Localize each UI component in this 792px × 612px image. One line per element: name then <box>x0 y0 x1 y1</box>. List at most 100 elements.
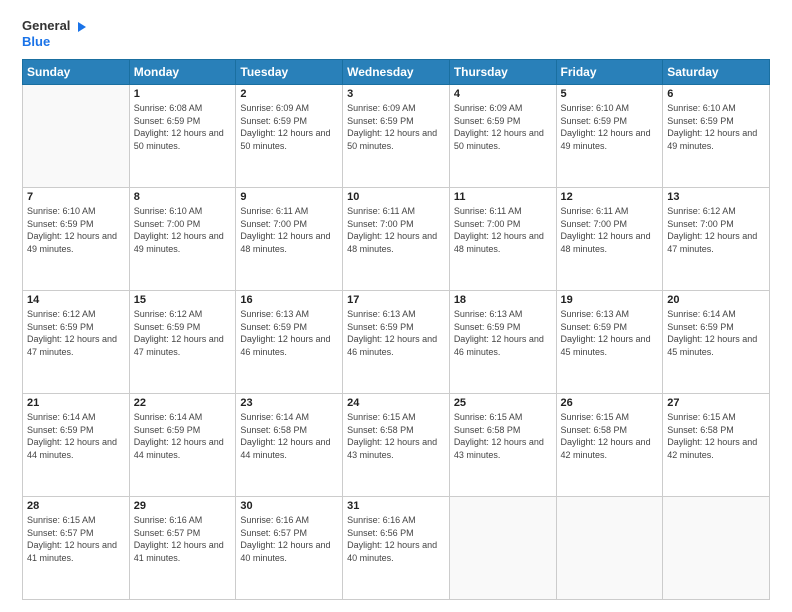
day-number: 6 <box>667 88 765 100</box>
weekday-header: Tuesday <box>236 60 343 85</box>
day-info: Sunrise: 6:16 AMSunset: 6:56 PMDaylight:… <box>347 514 445 564</box>
calendar-cell: 26 Sunrise: 6:15 AMSunset: 6:58 PMDayligh… <box>556 394 663 497</box>
day-number: 29 <box>134 500 232 512</box>
header: General Blue <box>22 18 770 49</box>
day-info: Sunrise: 6:09 AMSunset: 6:59 PMDaylight:… <box>347 102 445 152</box>
calendar-cell: 4Sunrise: 6:09 AMSunset: 6:59 PMDaylight… <box>449 85 556 188</box>
day-number: 7 <box>27 191 125 203</box>
day-info: Sunrise: 6:10 AMSunset: 6:59 PMDaylight:… <box>27 205 125 255</box>
calendar-cell: 22Sunrise: 6:14 AMSunset: 6:59 PMDayligh… <box>129 394 236 497</box>
day-number: 11 <box>454 191 552 203</box>
calendar-cell: 12 Sunrise: 6:11 AMSunset: 7:00 PMDayligh… <box>556 188 663 291</box>
day-info: Sunrise: 6:15 AMSunset: 6:58 PMDaylight:… <box>561 411 659 461</box>
calendar-week-row: 1 Sunrise: 6:08 AMSunset: 6:59 PMDaylight… <box>23 85 770 188</box>
day-info: Sunrise: 6:14 AMSunset: 6:59 PMDaylight:… <box>667 308 765 358</box>
calendar-week-row: 14Sunrise: 6:12 AMSunset: 6:59 PMDayligh… <box>23 291 770 394</box>
calendar-week-row: 28 Sunrise: 6:15 AMSunset: 6:57 PMDayligh… <box>23 497 770 600</box>
calendar-cell: 19Sunrise: 6:13 AMSunset: 6:59 PMDayligh… <box>556 291 663 394</box>
day-number: 1 <box>134 88 232 100</box>
calendar-week-row: 21 Sunrise: 6:14 AMSunset: 6:59 PMDayligh… <box>23 394 770 497</box>
day-info: Sunrise: 6:10 AMSunset: 7:00 PMDaylight:… <box>134 205 232 255</box>
calendar-cell: 31Sunrise: 6:16 AMSunset: 6:56 PMDayligh… <box>343 497 450 600</box>
day-info: Sunrise: 6:13 AMSunset: 6:59 PMDaylight:… <box>240 308 338 358</box>
day-info: Sunrise: 6:15 AMSunset: 6:58 PMDaylight:… <box>454 411 552 461</box>
calendar-cell: 17Sunrise: 6:13 AMSunset: 6:59 PMDayligh… <box>343 291 450 394</box>
calendar-cell: 5 Sunrise: 6:10 AMSunset: 6:59 PMDaylight… <box>556 85 663 188</box>
calendar-cell: 8 Sunrise: 6:10 AMSunset: 7:00 PMDaylight… <box>129 188 236 291</box>
day-number: 21 <box>27 397 125 409</box>
day-info: Sunrise: 6:14 AMSunset: 6:59 PMDaylight:… <box>134 411 232 461</box>
calendar-cell: 28 Sunrise: 6:15 AMSunset: 6:57 PMDayligh… <box>23 497 130 600</box>
day-info: Sunrise: 6:14 AMSunset: 6:58 PMDaylight:… <box>240 411 338 461</box>
calendar-cell <box>449 497 556 600</box>
day-info: Sunrise: 6:13 AMSunset: 6:59 PMDaylight:… <box>561 308 659 358</box>
day-number: 5 <box>561 88 659 100</box>
calendar-cell: 6 Sunrise: 6:10 AMSunset: 6:59 PMDaylight… <box>663 85 770 188</box>
weekday-header: Monday <box>129 60 236 85</box>
weekday-header: Friday <box>556 60 663 85</box>
calendar-cell: 21 Sunrise: 6:14 AMSunset: 6:59 PMDayligh… <box>23 394 130 497</box>
day-info: Sunrise: 6:11 AMSunset: 7:00 PMDaylight:… <box>561 205 659 255</box>
calendar-cell: 1 Sunrise: 6:08 AMSunset: 6:59 PMDaylight… <box>129 85 236 188</box>
calendar-cell: 15Sunrise: 6:12 AMSunset: 6:59 PMDayligh… <box>129 291 236 394</box>
calendar-cell: 30 Sunrise: 6:16 AMSunset: 6:57 PMDayligh… <box>236 497 343 600</box>
calendar-cell <box>663 497 770 600</box>
day-info: Sunrise: 6:11 AMSunset: 7:00 PMDaylight:… <box>454 205 552 255</box>
day-info: Sunrise: 6:09 AMSunset: 6:59 PMDaylight:… <box>240 102 338 152</box>
day-info: Sunrise: 6:15 AMSunset: 6:58 PMDaylight:… <box>347 411 445 461</box>
day-info: Sunrise: 6:14 AMSunset: 6:59 PMDaylight:… <box>27 411 125 461</box>
day-info: Sunrise: 6:10 AMSunset: 6:59 PMDaylight:… <box>561 102 659 152</box>
calendar-cell: 24 Sunrise: 6:15 AMSunset: 6:58 PMDayligh… <box>343 394 450 497</box>
calendar-cell: 23Sunrise: 6:14 AMSunset: 6:58 PMDayligh… <box>236 394 343 497</box>
calendar-header-row: SundayMondayTuesdayWednesdayThursdayFrid… <box>23 60 770 85</box>
calendar-cell: 11 Sunrise: 6:11 AMSunset: 7:00 PMDayligh… <box>449 188 556 291</box>
day-info: Sunrise: 6:15 AMSunset: 6:57 PMDaylight:… <box>27 514 125 564</box>
day-info: Sunrise: 6:12 AMSunset: 6:59 PMDaylight:… <box>27 308 125 358</box>
day-number: 26 <box>561 397 659 409</box>
calendar-cell: 9 Sunrise: 6:11 AMSunset: 7:00 PMDaylight… <box>236 188 343 291</box>
day-number: 24 <box>347 397 445 409</box>
weekday-header: Wednesday <box>343 60 450 85</box>
day-number: 30 <box>240 500 338 512</box>
calendar-cell: 14Sunrise: 6:12 AMSunset: 6:59 PMDayligh… <box>23 291 130 394</box>
logo: General Blue <box>22 18 88 49</box>
day-number: 13 <box>667 191 765 203</box>
calendar-cell: 3 Sunrise: 6:09 AMSunset: 6:59 PMDaylight… <box>343 85 450 188</box>
day-info: Sunrise: 6:10 AMSunset: 6:59 PMDaylight:… <box>667 102 765 152</box>
calendar-cell: 18 Sunrise: 6:13 AMSunset: 6:59 PMDayligh… <box>449 291 556 394</box>
calendar-cell: 2 Sunrise: 6:09 AMSunset: 6:59 PMDaylight… <box>236 85 343 188</box>
weekday-header: Saturday <box>663 60 770 85</box>
calendar-table: SundayMondayTuesdayWednesdayThursdayFrid… <box>22 59 770 600</box>
day-number: 12 <box>561 191 659 203</box>
day-info: Sunrise: 6:13 AMSunset: 6:59 PMDaylight:… <box>454 308 552 358</box>
page: General Blue SundayMondayTuesdayWednesda… <box>0 0 792 612</box>
day-info: Sunrise: 6:16 AMSunset: 6:57 PMDaylight:… <box>240 514 338 564</box>
calendar-cell <box>556 497 663 600</box>
day-number: 10 <box>347 191 445 203</box>
day-number: 3 <box>347 88 445 100</box>
calendar-cell: 16 Sunrise: 6:13 AMSunset: 6:59 PMDayligh… <box>236 291 343 394</box>
day-number: 2 <box>240 88 338 100</box>
day-info: Sunrise: 6:11 AMSunset: 7:00 PMDaylight:… <box>240 205 338 255</box>
day-number: 20 <box>667 294 765 306</box>
day-info: Sunrise: 6:12 AMSunset: 7:00 PMDaylight:… <box>667 205 765 255</box>
day-number: 16 <box>240 294 338 306</box>
day-info: Sunrise: 6:08 AMSunset: 6:59 PMDaylight:… <box>134 102 232 152</box>
day-info: Sunrise: 6:09 AMSunset: 6:59 PMDaylight:… <box>454 102 552 152</box>
calendar-cell: 13 Sunrise: 6:12 AMSunset: 7:00 PMDayligh… <box>663 188 770 291</box>
calendar-cell: 20 Sunrise: 6:14 AMSunset: 6:59 PMDayligh… <box>663 291 770 394</box>
day-info: Sunrise: 6:15 AMSunset: 6:58 PMDaylight:… <box>667 411 765 461</box>
day-number: 8 <box>134 191 232 203</box>
calendar-cell: 25 Sunrise: 6:15 AMSunset: 6:58 PMDayligh… <box>449 394 556 497</box>
day-info: Sunrise: 6:16 AMSunset: 6:57 PMDaylight:… <box>134 514 232 564</box>
day-number: 25 <box>454 397 552 409</box>
day-info: Sunrise: 6:11 AMSunset: 7:00 PMDaylight:… <box>347 205 445 255</box>
day-info: Sunrise: 6:12 AMSunset: 6:59 PMDaylight:… <box>134 308 232 358</box>
day-number: 9 <box>240 191 338 203</box>
day-number: 28 <box>27 500 125 512</box>
calendar-cell: 27Sunrise: 6:15 AMSunset: 6:58 PMDayligh… <box>663 394 770 497</box>
day-info: Sunrise: 6:13 AMSunset: 6:59 PMDaylight:… <box>347 308 445 358</box>
calendar-week-row: 7 Sunrise: 6:10 AMSunset: 6:59 PMDaylight… <box>23 188 770 291</box>
calendar-cell: 7 Sunrise: 6:10 AMSunset: 6:59 PMDaylight… <box>23 188 130 291</box>
day-number: 18 <box>454 294 552 306</box>
